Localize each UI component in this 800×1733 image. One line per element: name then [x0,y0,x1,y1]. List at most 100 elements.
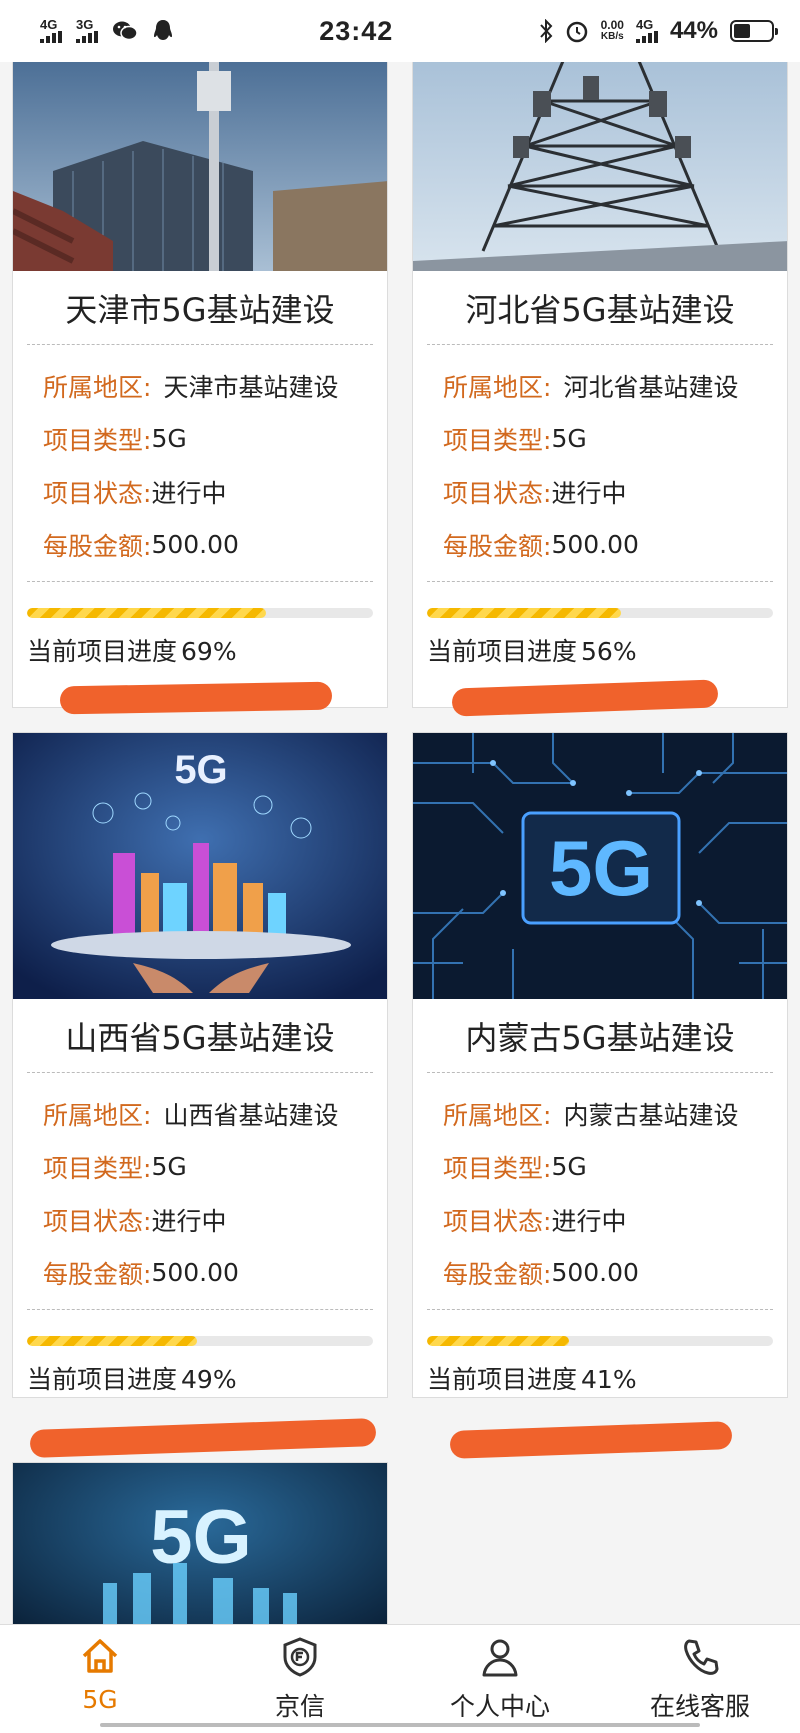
status-value: 进行中 [151,478,227,508]
image-5g-chip-text: 5G [549,824,653,912]
status-label: 项目状态: [443,1206,552,1236]
project-info: 所属地区: 河北省基站建设 项目类型: 5G 项目状态: 进行中 每股金额: 500.0… [427,345,773,582]
price-value: 500.00 [151,530,239,559]
tab-online-service-label: 在线客服 [649,1692,750,1721]
annotation-scribble-1 [59,681,333,715]
info-row-price: 每股金额: 500.00 [43,518,343,571]
signal-4g-2-icon: 4G [635,17,658,43]
tab-jingxin[interactable]: 京信 [200,1625,400,1733]
qq-icon [154,20,172,40]
project-image-tower-building [13,62,387,271]
battery-icon [730,20,778,42]
project-card-neimenggu[interactable]: 5G 内蒙古5G基站建设 所属地区: 内蒙古基站建设 项目类型: 5G 项目状态: 进… [412,732,788,1398]
progress-percent: 41% [581,1365,637,1394]
info-row-region: 所属地区: 天津市基站建设 [43,359,343,412]
status-label: 项目状态: [43,1206,152,1236]
info-row-region: 所属地区: 山西省基站建设 [43,1087,343,1140]
progress-text: 当前项目进度 69% [27,632,373,668]
project-image-city-tray: 5G [13,733,387,999]
home-indicator [100,1723,700,1727]
info-row-status: 项目状态: 进行中 [43,465,343,518]
price-label: 每股金额: [443,531,552,561]
tab-personal-center-label: 个人中心 [449,1692,550,1721]
progress-text: 当前项目进度 56% [427,632,773,668]
progress-fill [27,608,266,618]
info-row-region: 所属地区: 内蒙古基站建设 [443,1087,743,1140]
signal-4g-icon: 4G [40,17,62,43]
status-bar: 4G 3G 23:42 0.00 KB/s 4G 44% [0,0,800,62]
shield-icon [283,1637,317,1677]
tab-5g-label: 5G [82,1685,118,1714]
progress-track [427,1336,773,1346]
status-label: 项目状态: [43,478,152,508]
type-value: 5G [151,1152,187,1181]
info-row-type: 项目类型: 5G [443,412,743,465]
home-icon [82,1639,118,1673]
type-label: 项目类型: [43,425,152,455]
region-value: 天津市基站建设 [163,372,339,402]
type-value: 5G [551,424,587,453]
info-row-type: 项目类型: 5G [43,1140,343,1193]
progress-label: 当前项目进度 [427,637,578,666]
speed-value: 0.00 [600,18,624,32]
project-info: 所属地区: 天津市基站建设 项目类型: 5G 项目状态: 进行中 每股金额: 500.0… [27,345,373,582]
type-label: 项目类型: [43,1153,152,1183]
project-card-hebei[interactable]: 河北省5G基站建设 所属地区: 河北省基站建设 项目类型: 5G 项目状态: 进行中 … [412,62,788,708]
project-image-lattice-tower [413,62,787,271]
progress-track [427,608,773,618]
project-card-partial[interactable]: 5G [12,1462,388,1624]
project-card-tianjin[interactable]: 天津市5G基站建设 所属地区: 天津市基站建设 项目类型: 5G 项目状态: 进行中 … [12,62,388,708]
progress-percent: 56% [581,637,637,666]
progress-fill [27,1336,197,1346]
region-label: 所属地区: [443,372,552,402]
progress-track [27,1336,373,1346]
price-value: 500.00 [151,1258,239,1287]
region-value: 内蒙古基站建设 [563,1100,739,1130]
progress-fill [427,608,621,618]
progress-percent: 49% [181,1365,237,1394]
network-type-2: 3G [76,17,94,32]
status-value: 进行中 [551,1206,627,1236]
region-label: 所属地区: [443,1100,552,1130]
type-value: 5G [151,424,187,453]
tab-jingxin-label: 京信 [274,1692,325,1721]
person-icon [482,1639,518,1677]
image-5g-glow-text: 5G [150,1495,251,1580]
region-value: 山西省基站建设 [163,1100,339,1130]
tab-online-service[interactable]: 在线客服 [600,1625,800,1733]
status-label: 项目状态: [443,478,552,508]
type-label: 项目类型: [443,425,552,455]
project-info: 所属地区: 山西省基站建设 项目类型: 5G 项目状态: 进行中 每股金额: 500.0… [27,1073,373,1310]
status-value: 进行中 [151,1206,227,1236]
status-left: 4G 3G [40,17,174,43]
region-value: 河北省基站建设 [563,372,739,402]
project-title: 山西省5G基站建设 [27,999,373,1073]
network-type-1: 4G [40,17,58,32]
progress-text: 当前项目进度 49% [27,1360,373,1396]
info-row-status: 项目状态: 进行中 [443,1193,743,1246]
progress-percent: 69% [181,637,237,666]
price-value: 500.00 [551,1258,639,1287]
status-right: 0.00 KB/s 4G 44% [539,17,778,45]
info-row-type: 项目类型: 5G [443,1140,743,1193]
network-type-3: 4G [635,17,654,32]
tab-5g[interactable]: 5G [0,1625,200,1733]
tab-personal-center[interactable]: 个人中心 [400,1625,600,1733]
bluetooth-icon [539,19,552,43]
progress-label: 当前项目进度 [27,637,178,666]
bottom-tab-bar: 5G 京信 个人中心 在线客服 [0,1624,800,1733]
price-label: 每股金额: [43,1259,152,1289]
info-row-status: 项目状态: 进行中 [443,465,743,518]
project-grid: 天津市5G基站建设 所属地区: 天津市基站建设 项目类型: 5G 项目状态: 进行中 … [0,62,800,1624]
price-value: 500.00 [551,530,639,559]
project-card-shanxi[interactable]: 5G 山西省5G基站建设 所属地区: 山西省基站建设 项目类型: 5G 项目状态: 进… [12,732,388,1398]
phone-icon [684,1639,719,1675]
progress-track [27,608,373,618]
type-value: 5G [551,1152,587,1181]
progress-fill [427,1336,569,1346]
info-row-status: 项目状态: 进行中 [43,1193,343,1246]
clock: 23:42 [319,15,394,46]
project-title: 天津市5G基站建设 [27,271,373,345]
region-label: 所属地区: [43,1100,152,1130]
price-label: 每股金额: [443,1259,552,1289]
